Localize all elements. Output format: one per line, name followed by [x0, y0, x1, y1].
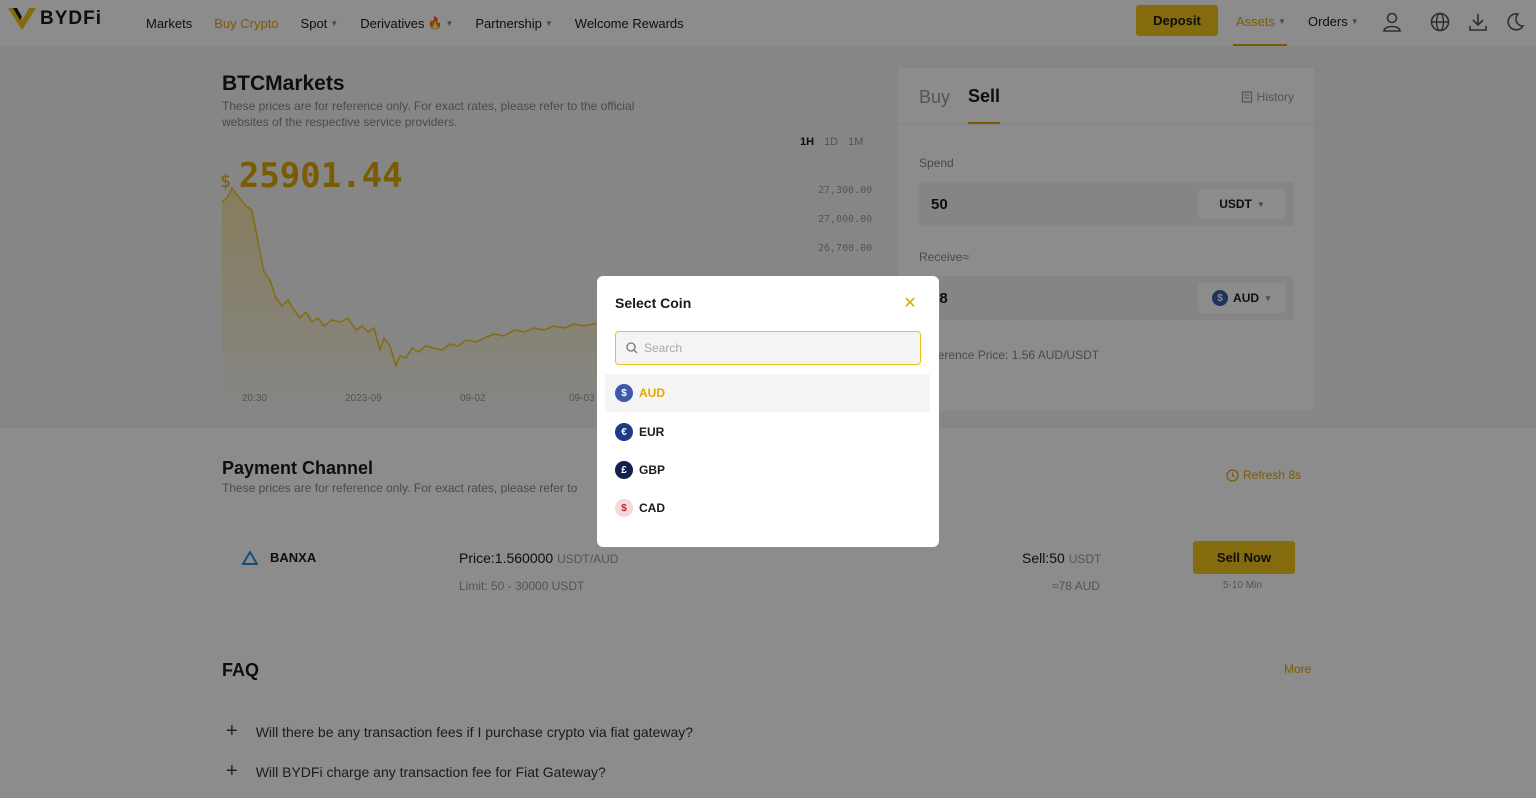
coin-option-eur[interactable]: € EUR: [605, 413, 930, 451]
aud-coin-icon: $: [615, 384, 633, 402]
cad-coin-icon: $: [615, 499, 633, 517]
search-icon: [626, 342, 638, 354]
coin-search-input[interactable]: [644, 341, 904, 355]
coin-code: AUD: [639, 386, 665, 400]
modal-title: Select Coin: [615, 295, 692, 311]
coin-option-gbp[interactable]: £ GBP: [605, 451, 930, 489]
gbp-coin-icon: £: [615, 461, 633, 479]
select-coin-modal: Select Coin ✕ $ AUD € EUR £ GBP $ CAD: [597, 276, 939, 547]
coin-code: CAD: [639, 501, 665, 515]
coin-option-cad[interactable]: $ CAD: [605, 489, 930, 527]
coin-code: EUR: [639, 425, 665, 439]
coin-code: GBP: [639, 463, 666, 477]
close-icon[interactable]: ✕: [901, 294, 919, 312]
eur-coin-icon: €: [615, 423, 633, 441]
coin-option-aud[interactable]: $ AUD: [605, 374, 930, 412]
coin-search-box[interactable]: [615, 331, 921, 365]
